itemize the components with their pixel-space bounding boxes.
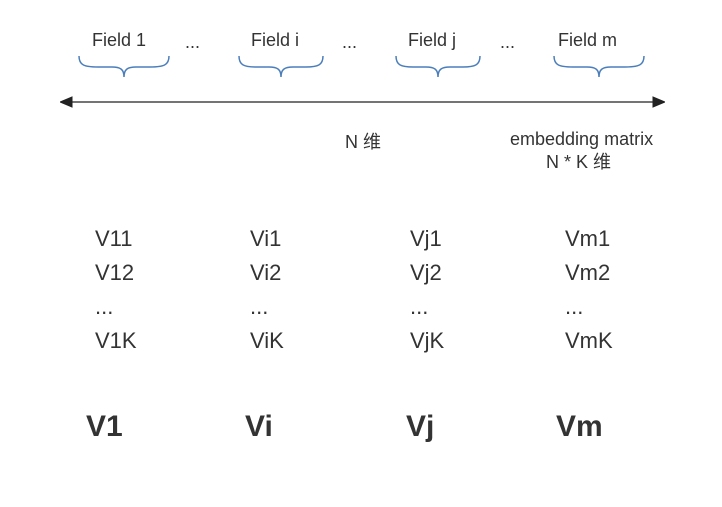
cell-1-2: V12 xyxy=(95,256,215,290)
cell-1-dots: ... xyxy=(95,290,215,324)
cell-j-dots: ... xyxy=(410,290,530,324)
cell-1-1: V11 xyxy=(95,222,215,256)
column-j: Vj1 Vj2 ... VjK xyxy=(410,222,530,358)
field-dots-2: ... xyxy=(342,32,357,53)
brace-i xyxy=(238,55,324,83)
brace-m xyxy=(553,55,645,83)
cell-i-2: Vi2 xyxy=(250,256,370,290)
field-dots-1: ... xyxy=(185,32,200,53)
embedding-matrix-line1: embedding matrix xyxy=(510,128,680,151)
field-label-m: Field m xyxy=(558,30,617,51)
embedding-matrix-line2: N * K 维 xyxy=(510,151,680,174)
vector-label-i: Vi xyxy=(245,410,273,444)
cell-1-K: V1K xyxy=(95,324,215,358)
brace-j xyxy=(395,55,481,83)
column-1: V11 V12 ... V1K xyxy=(95,222,215,358)
cell-m-dots: ... xyxy=(565,290,685,324)
cell-m-2: Vm2 xyxy=(565,256,685,290)
brace-1 xyxy=(78,55,170,83)
cell-j-2: Vj2 xyxy=(410,256,530,290)
cell-j-K: VjK xyxy=(410,324,530,358)
column-m: Vm1 Vm2 ... VmK xyxy=(565,222,685,358)
cell-j-1: Vj1 xyxy=(410,222,530,256)
cell-i-1: Vi1 xyxy=(250,222,370,256)
diagram-stage: Field 1 ... Field i ... Field j ... Fiel… xyxy=(0,0,722,507)
vector-label-m: Vm xyxy=(556,410,603,444)
column-i: Vi1 Vi2 ... ViK xyxy=(250,222,370,358)
field-label-i: Field i xyxy=(251,30,299,51)
field-dots-3: ... xyxy=(500,32,515,53)
dimension-arrow xyxy=(60,95,665,109)
cell-m-K: VmK xyxy=(565,324,685,358)
cell-i-dots: ... xyxy=(250,290,370,324)
cell-i-K: ViK xyxy=(250,324,370,358)
field-label-j: Field j xyxy=(408,30,456,51)
cell-m-1: Vm1 xyxy=(565,222,685,256)
field-label-1: Field 1 xyxy=(92,30,146,51)
vector-label-1: V1 xyxy=(86,410,123,444)
n-dimension-label: N 维 xyxy=(345,128,381,154)
vector-label-j: Vj xyxy=(406,410,434,444)
embedding-matrix-label: embedding matrix N * K 维 xyxy=(510,128,680,173)
